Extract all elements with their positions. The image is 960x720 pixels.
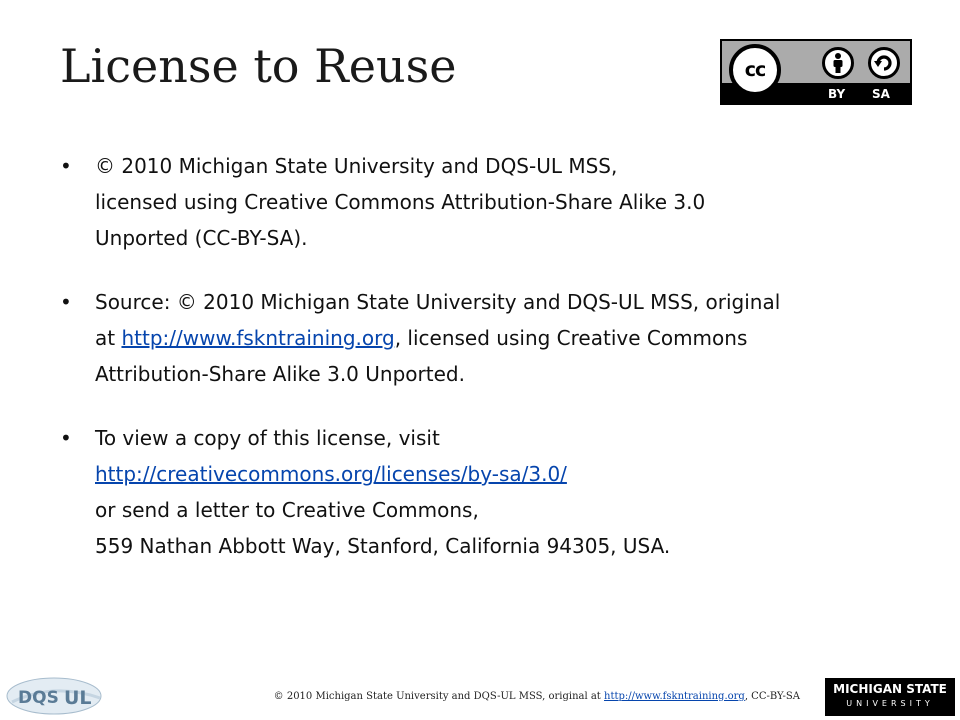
license-link[interactable]: http://creativecommons.org/licenses/by-s… [95,462,567,486]
bullet-text: Attribution-Share Alike 3.0 Unported. [95,362,465,386]
bullet-text: 559 Nathan Abbott Way, Stanford, Califor… [95,534,671,558]
cc-by-sa-license-badge[interactable]: cc BY SA [720,39,912,105]
cc-mark: cc [744,59,767,81]
dqs-ul-logo: DQS UL [6,677,102,715]
footer-text: © 2010 Michigan State University and DQS… [273,691,605,702]
msu-logo-line2: UNIVERSITY [846,699,934,708]
bullet-marker: • [60,154,72,178]
msu-logo-line1: MICHIGAN STATE [833,682,947,696]
bullet-text: Source: © 2010 Michigan State University… [95,290,781,314]
bullet-item-source: • Source: © 2010 Michigan State Universi… [60,284,920,392]
slide-title: License to Reuse [60,39,457,93]
bullet-item-copyright: • © 2010 Michigan State University and D… [60,148,920,256]
dqs-mark: DQS [18,688,59,708]
footer-fskntraining-link[interactable]: http://www.fskntraining.org [604,691,745,702]
bullet-item-view-license: • To view a copy of this license, visit … [60,420,920,564]
ul-mark: UL [64,687,92,709]
bullet-text: or send a letter to Creative Commons, [95,498,479,522]
bullet-text: © 2010 Michigan State University and DQS… [95,154,618,178]
bullet-text: at [95,326,122,350]
bullet-text-line: at http://www.fskntraining.org, licensed… [95,320,920,356]
license-bullet-list: • © 2010 Michigan State University and D… [60,148,920,592]
footer-credit: © 2010 Michigan State University and DQS… [190,691,800,702]
badge-sa-label: SA [872,87,890,101]
badge-by-label: BY [828,87,846,101]
bullet-marker: • [60,290,72,314]
msu-logo: MICHIGAN STATE UNIVERSITY [825,678,955,716]
share-alike-icon [868,47,900,79]
fskntraining-link[interactable]: http://www.fskntraining.org [121,326,394,350]
creative-commons-icon: cc [729,44,781,96]
attribution-icon [822,47,854,79]
bullet-text-line: http://creativecommons.org/licenses/by-s… [95,456,920,492]
bullet-text: To view a copy of this license, visit [95,426,440,450]
bullet-text: licensed using Creative Commons Attribut… [95,190,706,214]
bullet-text: Unported (CC-BY-SA). [95,226,308,250]
bullet-text: , licensed using Creative Commons [394,326,748,350]
footer-text: , CC-BY-SA [744,691,800,702]
bullet-marker: • [60,426,72,450]
